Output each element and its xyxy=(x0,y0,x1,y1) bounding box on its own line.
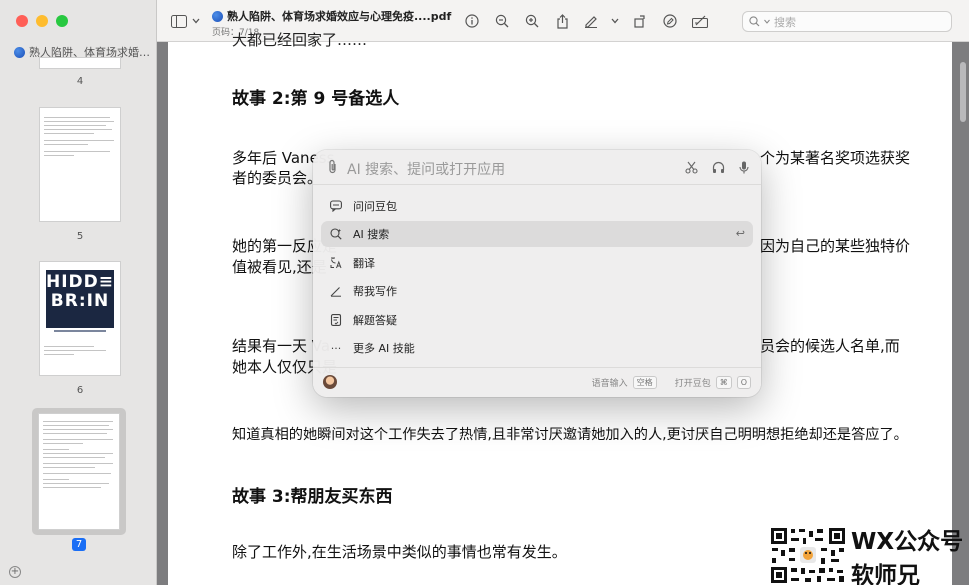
thumbnail-sidebar: 熟人陷阱、体育场求婚效应... 4 5 HIDD≡N BR:IN 6 7 + xyxy=(0,0,157,585)
form-icon xyxy=(692,15,708,28)
pen-icon xyxy=(329,284,343,298)
zoom-window-button[interactable] xyxy=(56,15,68,27)
page-thumbnail-7[interactable] xyxy=(39,414,119,529)
o-key: O xyxy=(736,376,751,389)
ai-item-ai-search[interactable]: AI 搜索 ↩ xyxy=(321,221,753,247)
document-icon xyxy=(14,46,25,58)
ai-item-writing[interactable]: 帮我写作 xyxy=(321,278,753,304)
search-placeholder: 搜索 xyxy=(774,15,796,29)
para1-line2: 者的委员会。 xyxy=(232,169,323,187)
shortcut-hints: 语音输入 空格 打开豆包 ⌘ O xyxy=(592,376,751,389)
cutoff-text: 大都已经回家了…… xyxy=(232,31,368,49)
ai-item-more-skills[interactable]: ··· 更多 AI 技能 xyxy=(321,335,753,361)
ai-item-label: AI 搜索 xyxy=(353,228,390,241)
translate-icon xyxy=(329,256,343,270)
para4: 知道真相的她瞬间对这个工作失去了热情,且非常讨厌邀请她加入的人,更讨厌自己明明想… xyxy=(232,427,908,443)
sidebar-icon xyxy=(171,14,187,28)
info-icon xyxy=(465,14,479,28)
ai-item-solve[interactable]: 解题答疑 xyxy=(321,307,753,333)
voice-input-key: 空格 xyxy=(632,376,657,389)
paperclip-icon[interactable] xyxy=(327,159,338,178)
zoom-in-icon xyxy=(525,14,539,28)
zoom-in-button[interactable] xyxy=(517,11,547,31)
share-button[interactable] xyxy=(547,11,577,31)
cover-title-line1: HIDD≡N xyxy=(46,272,120,292)
headphones-icon[interactable] xyxy=(712,159,725,178)
rotate-icon xyxy=(634,15,645,28)
ai-search-bar[interactable]: AI 搜索、提问或打开应用 xyxy=(313,150,761,185)
page-number-5: 5 xyxy=(76,231,84,242)
open-doubao-label: 打开豆包 xyxy=(674,379,711,389)
ai-item-label: 问问豆包 xyxy=(353,200,397,213)
sidebar-toggle-button[interactable] xyxy=(171,13,203,29)
qr-code-image xyxy=(769,526,847,585)
ai-item-label: 翻译 xyxy=(353,257,375,270)
rotate-button[interactable] xyxy=(625,11,655,31)
para2-right: 因为自己的某些独特价 xyxy=(760,237,911,255)
command-key: ⌘ xyxy=(715,376,732,389)
watermark-line1: WX公众号 xyxy=(851,529,964,555)
document-title: 熟人陷阱、体育场求婚效应与心理免疫....pdf xyxy=(227,10,452,23)
ai-item-ask-doubao[interactable]: 问问豆包 xyxy=(321,193,753,219)
page-thumbnail-5[interactable] xyxy=(40,108,120,221)
ai-item-label: 更多 AI 技能 xyxy=(353,342,415,355)
ai-item-label: 帮我写作 xyxy=(353,285,397,298)
search-field[interactable]: 搜索 xyxy=(742,11,952,32)
ai-search-actions xyxy=(685,159,749,178)
return-key-icon: ↩ xyxy=(735,227,745,240)
page-thumbnail-6[interactable]: HIDD≡N BR:IN xyxy=(40,262,120,375)
doubao-avatar[interactable] xyxy=(323,375,337,389)
chevron-down-icon xyxy=(764,19,770,24)
form-fill-button[interactable] xyxy=(685,11,715,31)
page-number-4: 4 xyxy=(76,76,84,87)
close-window-button[interactable] xyxy=(16,15,28,27)
page-number-6: 6 xyxy=(76,385,84,396)
watermark-line2: 软师兄 xyxy=(851,563,920,585)
toolbar-actions xyxy=(457,11,715,31)
microphone-icon[interactable] xyxy=(739,159,749,178)
chevron-down-icon xyxy=(611,18,619,24)
zoom-out-button[interactable] xyxy=(487,11,517,31)
vertical-scrollbar[interactable] xyxy=(960,62,966,122)
annotate-button[interactable] xyxy=(655,11,685,31)
voice-input-label: 语音输入 xyxy=(591,379,628,389)
para5: 除了工作外,在生活场景中类似的事情也常有发生。 xyxy=(232,543,567,561)
solve-icon xyxy=(329,313,343,327)
para1-right: 个为某著名奖项选获奖 xyxy=(760,149,911,167)
ai-panel-footer: 语音输入 空格 打开豆包 ⌘ O xyxy=(313,367,761,397)
current-page-badge: 7 xyxy=(72,538,86,551)
info-button[interactable] xyxy=(457,11,487,31)
ai-assistant-panel: AI 搜索、提问或打开应用 问问豆包 AI 搜索 ↩ 翻译 帮我写作 解题答疑 … xyxy=(313,150,761,397)
chevron-down-icon xyxy=(192,18,200,24)
ai-item-label: 解题答疑 xyxy=(353,314,397,327)
chat-bubble-icon xyxy=(329,199,343,213)
ai-search-icon xyxy=(329,227,343,241)
pen-icon xyxy=(585,16,597,28)
ai-search-input[interactable]: AI 搜索、提问或打开应用 xyxy=(347,159,505,179)
book-cover-image: HIDD≡N BR:IN xyxy=(46,270,120,328)
markup-pen-button[interactable] xyxy=(577,11,605,31)
pencil-circle-icon xyxy=(663,14,677,28)
search-icon xyxy=(749,16,760,27)
share-icon xyxy=(556,13,568,29)
markup-menu-button[interactable] xyxy=(605,11,625,31)
ai-item-translate[interactable]: 翻译 xyxy=(321,250,753,276)
page-thumbnail-4[interactable] xyxy=(40,58,120,68)
cover-subtitle xyxy=(54,330,106,332)
add-page-button[interactable]: + xyxy=(9,566,21,578)
document-icon xyxy=(212,10,223,22)
minimize-window-button[interactable] xyxy=(36,15,48,27)
zoom-out-icon xyxy=(495,14,509,28)
window-controls xyxy=(16,15,68,27)
scissors-icon[interactable] xyxy=(685,159,698,178)
story2-heading: 故事 2:第 9 号备选人 xyxy=(232,89,400,109)
cover-title-line2: BR:IN xyxy=(50,291,110,311)
para3-right: 员会的候选人名单,而 xyxy=(760,337,900,355)
story3-heading: 故事 3:帮朋友买东西 xyxy=(232,487,393,507)
more-icon: ··· xyxy=(330,341,342,355)
